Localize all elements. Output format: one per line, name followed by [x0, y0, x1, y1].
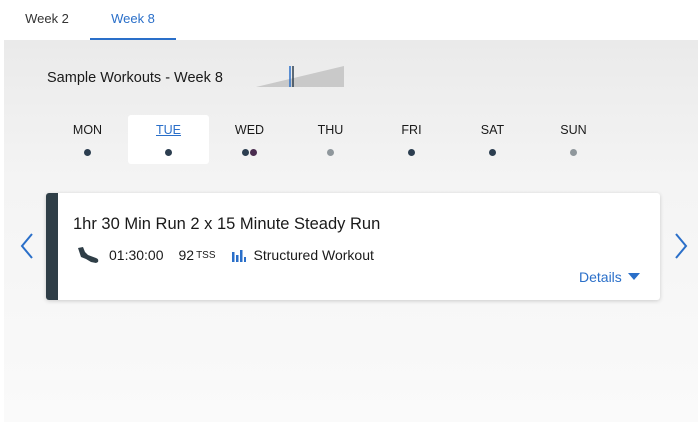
- workout-dot: [165, 149, 172, 156]
- day-label: TUE: [156, 123, 181, 137]
- workout-dots: [371, 149, 452, 156]
- workout-card[interactable]: 1hr 30 Min Run 2 x 15 Minute Steady Run …: [46, 193, 660, 300]
- intensity-ramp-icon: [256, 66, 344, 87]
- day-sun[interactable]: SUN: [533, 115, 614, 164]
- workout-dot: [489, 149, 496, 156]
- workout-type: Structured Workout: [253, 247, 374, 263]
- day-fri[interactable]: FRI: [371, 115, 452, 164]
- workout-dot: [84, 149, 91, 156]
- week-tabs: Week 2 Week 8: [0, 0, 698, 40]
- workout-dot: [250, 149, 257, 156]
- workout-dots: [209, 149, 290, 156]
- plan-title: Sample Workouts - Week 8: [47, 70, 223, 86]
- details-button[interactable]: Details: [579, 269, 640, 285]
- tss-value: 92: [178, 247, 195, 263]
- day-label: FRI: [401, 123, 422, 137]
- workout-dot: [408, 149, 415, 156]
- day-wed[interactable]: WED: [209, 115, 290, 164]
- workout-dots: [128, 149, 209, 156]
- workout-dot: [242, 149, 249, 156]
- day-label: MON: [72, 123, 103, 137]
- chevron-right-icon[interactable]: [670, 230, 692, 262]
- workout-meta: 01:30:00 92 TSS Structured Workout: [76, 245, 374, 265]
- tss-unit: TSS: [196, 249, 216, 261]
- workout-dot: [570, 149, 577, 156]
- workout-status-bar: [46, 193, 58, 300]
- day-label: WED: [234, 123, 265, 137]
- workout-dots: [47, 149, 128, 156]
- tab-week-2[interactable]: Week 2: [4, 0, 90, 40]
- day-tue[interactable]: TUE: [128, 115, 209, 164]
- day-mon[interactable]: MON: [47, 115, 128, 164]
- workout-duration: 01:30:00: [109, 247, 164, 263]
- day-label: THU: [317, 123, 344, 137]
- workout-dots: [533, 149, 614, 156]
- workout-dots: [452, 149, 533, 156]
- workout-dots: [290, 149, 371, 156]
- workout-title: 1hr 30 Min Run 2 x 15 Minute Steady Run: [73, 215, 381, 233]
- day-sat[interactable]: SAT: [452, 115, 533, 164]
- tab-week-8[interactable]: Week 8: [90, 0, 176, 40]
- caret-down-icon: [627, 273, 640, 280]
- day-label: SAT: [480, 123, 505, 137]
- details-label: Details: [579, 269, 622, 285]
- week-panel: Sample Workouts - Week 8 MON TUE WED THU…: [4, 40, 698, 422]
- bar-chart-icon: [231, 249, 246, 262]
- day-thu[interactable]: THU: [290, 115, 371, 164]
- chevron-left-icon[interactable]: [16, 230, 38, 262]
- day-label: SUN: [560, 123, 587, 137]
- workout-dot: [327, 149, 334, 156]
- run-shoe-icon: [78, 247, 99, 263]
